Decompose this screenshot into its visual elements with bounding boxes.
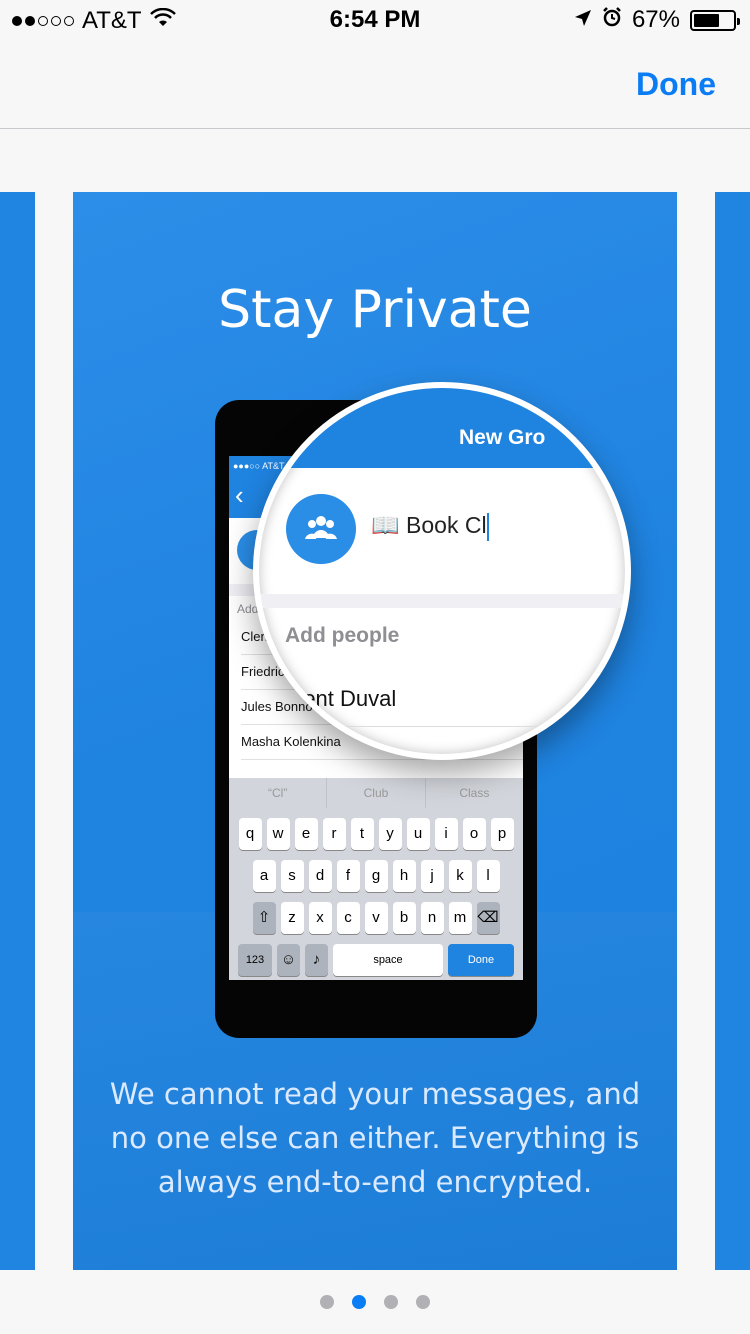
mock-key: k — [448, 860, 472, 892]
mock-emoji-icon: ☺ — [277, 944, 300, 976]
mock-key: r — [322, 818, 346, 850]
page-dot[interactable] — [416, 1295, 430, 1309]
mock-microphone-icon: ♪ — [305, 944, 328, 976]
mock-shift-icon: ⇧ — [252, 902, 276, 934]
mock-key: h — [392, 860, 416, 892]
mock-key-row: q w e r t y u i o p — [229, 818, 523, 850]
page-dot[interactable] — [320, 1295, 334, 1309]
status-bar: AT&T 6:54 PM 67% — [0, 0, 750, 40]
navigation-bar: Done — [0, 40, 750, 129]
mock-keyboard: “Cl” Club Class q w e r t y u i o p a s … — [229, 778, 523, 980]
mock-key: c — [336, 902, 360, 934]
alarm-icon — [602, 6, 622, 34]
back-chevron-icon: ‹ — [235, 480, 244, 510]
mock-key: t — [350, 818, 374, 850]
group-avatar-icon — [286, 494, 356, 564]
mock-key: w — [266, 818, 290, 850]
mock-key: p — [490, 818, 514, 850]
mock-contact-row: ment Duval — [285, 672, 585, 727]
mock-key-row: ⇧ z x c v b n m ⌫ — [229, 902, 523, 934]
previous-page-edge[interactable] — [0, 192, 35, 1270]
mock-key: e — [294, 818, 318, 850]
mock-key: f — [336, 860, 360, 892]
mock-key: j — [420, 860, 444, 892]
card-title: Stay Private — [218, 280, 532, 340]
mock-key: n — [420, 902, 444, 934]
mock-key: x — [308, 902, 332, 934]
mock-key: u — [406, 818, 430, 850]
mock-backspace-icon: ⌫ — [476, 902, 500, 934]
mock-new-group-title: New Gro — [459, 426, 546, 449]
page-dot[interactable] — [352, 1295, 366, 1309]
done-button[interactable]: Done — [636, 66, 716, 103]
mock-key-123: 123 — [238, 944, 272, 976]
mock-key: d — [308, 860, 332, 892]
mock-key: z — [280, 902, 304, 934]
battery-percent: 67% — [631, 6, 680, 33]
mock-key: i — [434, 818, 458, 850]
mock-key: a — [252, 860, 276, 892]
mock-key-row: a s d f g h j k l — [229, 860, 523, 892]
mock-key: s — [280, 860, 304, 892]
onboarding-card: Stay Private ●●●○○ AT&T ‹ Add Clen Fried… — [73, 192, 677, 1270]
mock-add-people-label: Add people — [285, 624, 400, 647]
mock-key: m — [448, 902, 472, 934]
magnifier-lens: New Gro 📖 Book Cl Add people ment Duval — [253, 382, 631, 760]
status-right: 67% — [574, 6, 740, 34]
location-arrow-icon — [574, 6, 592, 34]
mock-space-key: space — [333, 944, 443, 976]
mock-suggestion: “Cl” — [229, 778, 328, 808]
battery-icon — [690, 9, 740, 31]
mock-key: v — [364, 902, 388, 934]
mock-done-key: Done — [448, 944, 514, 976]
mock-key: o — [462, 818, 486, 850]
mock-key-row: 123 ☺ ♪ space Done — [229, 944, 523, 976]
mock-group-name: 📖 Book Cl — [371, 512, 489, 541]
mock-suggestion: Class — [459, 786, 490, 800]
mock-key: q — [238, 818, 262, 850]
page-control[interactable] — [0, 1295, 750, 1315]
mock-key: g — [364, 860, 388, 892]
mock-suggestions: “Cl” Club Class — [229, 778, 523, 808]
page-dot[interactable] — [384, 1295, 398, 1309]
mock-key: l — [476, 860, 500, 892]
mock-key: y — [378, 818, 402, 850]
next-page-edge[interactable] — [715, 192, 750, 1270]
mock-key: b — [392, 902, 416, 934]
mock-suggestion: Club — [327, 778, 426, 808]
card-description: We cannot read your messages, and no one… — [109, 1077, 641, 1199]
